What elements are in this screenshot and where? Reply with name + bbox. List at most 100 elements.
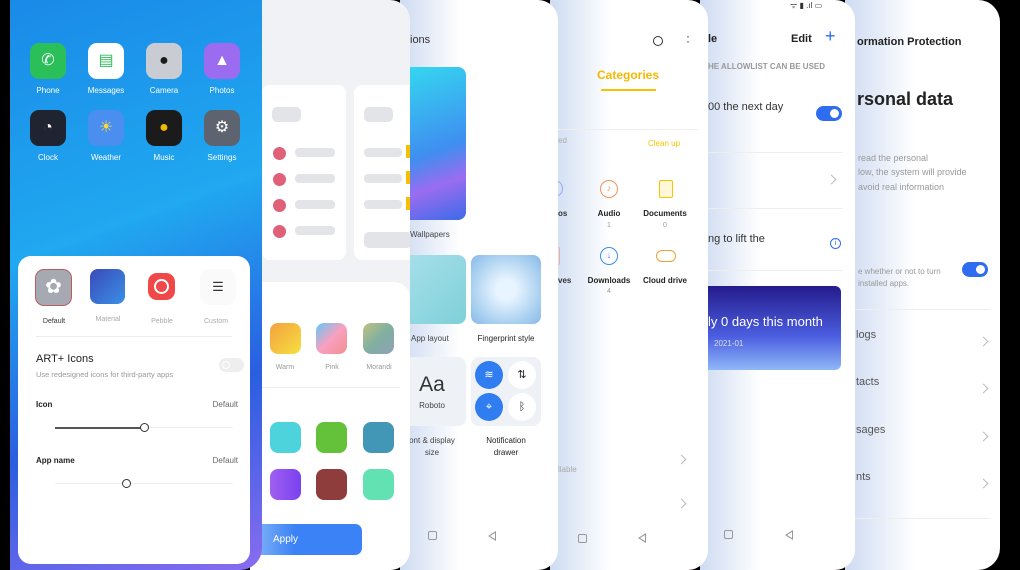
chevron-right-icon[interactable] [676,498,687,509]
downloads-icon[interactable]: ↓ [600,247,618,265]
gradient-warm[interactable] [270,323,301,354]
storage-used: ed [558,136,567,145]
icon-size-label: Icon [36,400,53,409]
page-title: ions [410,34,431,46]
privacy-title: ormation Protection [857,36,962,48]
search-icon[interactable] [653,36,663,46]
privacy-item[interactable]: sages [856,424,885,436]
recents-button[interactable] [724,530,733,539]
chevron-right-icon[interactable] [826,174,837,185]
app-messages-icon[interactable]: ▤ [88,43,124,79]
chevron-right-icon[interactable] [676,454,687,465]
more-icon[interactable]: · · [686,30,690,47]
recents-button[interactable] [428,531,437,540]
app-music-icon[interactable]: ● [146,110,182,146]
days-banner: ly 0 days this month 2021-01 [700,286,841,370]
style-custom[interactable]: ☰ [200,269,236,305]
back-button[interactable] [638,533,646,543]
privacy-item[interactable]: nts [856,471,871,483]
privacy-item[interactable]: tacts [856,376,879,388]
edit-button[interactable]: Edit [791,33,812,45]
app-camera-icon[interactable]: ● [146,43,182,79]
swatch-label: Pink [325,364,339,371]
app-label: Weather [90,153,122,162]
gradient-pink[interactable] [316,323,347,354]
app-label: Music [153,153,175,162]
app-weather-icon[interactable]: ☀ [88,110,124,146]
apply-label: Apply [273,534,299,545]
wifi-icon: ≋ [475,361,503,389]
art-icons-title: ART+ Icons [36,353,94,365]
personalize-screen: ions Wallpapers App layout Fingerprint s… [400,0,558,570]
notification-label: Notification [486,436,526,445]
back-button[interactable] [785,530,793,540]
next-day-toggle[interactable] [816,106,842,121]
toggle-desc: installed apps. [858,279,910,288]
privacy-item[interactable]: logs [856,329,876,341]
app-label: Clock [37,153,59,162]
notification-label: drawer [493,448,519,457]
notification-tile[interactable]: ≋ ⇅ ⌖ ᛒ [471,357,541,426]
back-button[interactable] [488,531,496,541]
app-label: Camera [149,86,179,95]
app-photos-icon[interactable]: ▲ [204,43,240,79]
color-swatch[interactable] [316,422,347,453]
category-label: ves [558,276,572,285]
app-label: Messages [87,86,125,95]
bluetooth-icon: ᛒ [508,393,536,421]
data-icon: ⇅ [508,361,536,389]
toggle-desc: e whether or not to turn [858,267,941,276]
theme-screen: Warm Pink Morandi Apply [250,0,410,570]
icon-size-value: Default [212,400,238,409]
info-icon[interactable]: i [830,238,841,249]
privacy-desc: avoid real information [858,182,945,192]
category-label: Downloads [587,276,631,285]
color-swatch[interactable] [270,422,301,453]
tab-categories[interactable]: Categories [597,68,659,82]
category-count: 4 [607,288,611,295]
app-name-slider[interactable] [55,479,233,488]
style-label: Pebble [151,318,173,325]
art-icons-desc: Use redesigned icons for third-party app… [36,370,174,379]
app-phone-icon[interactable]: ✆ [30,43,66,79]
documents-icon[interactable] [659,180,673,198]
wallpapers-label: Wallpapers [410,230,450,239]
gradient-morandi[interactable] [363,323,394,354]
audio-icon[interactable]: ♪ [600,180,618,198]
fingerprint-tile[interactable] [471,255,541,324]
style-label: Material [95,316,121,323]
privacy-toggle[interactable] [962,262,988,277]
style-label: Default [42,318,66,325]
clean-up-link[interactable]: Clean up [648,139,680,148]
icon-style-card: ✿ ☰ Default Material Pebble Custom ART+ … [18,256,250,564]
app-name-value: Default [212,456,238,465]
banner-date: 2021-01 [714,339,744,348]
art-icons-toggle[interactable] [219,358,244,372]
apply-button[interactable]: Apply [250,524,362,555]
cloud-drive-icon[interactable] [656,250,676,262]
recents-button[interactable] [578,534,587,543]
category-label: Documents [643,209,687,218]
app-name-label: App name [36,456,75,465]
color-swatch[interactable] [363,422,394,453]
style-material[interactable] [90,269,125,304]
app-settings-icon[interactable]: ⚙ [204,110,240,146]
location-icon: ⌖ [475,393,503,421]
color-swatch[interactable] [316,469,347,500]
swatch-label: Warm [275,364,295,371]
icon-size-slider[interactable] [55,423,233,432]
color-swatch[interactable] [270,469,301,500]
allowlist-title: le [708,33,718,45]
next-day-label: 00 the next day [708,101,784,113]
style-pebble[interactable] [148,273,175,300]
app-label: Photos [209,86,235,95]
add-button[interactable]: + [825,26,836,47]
section-header: HE ALLOWLIST CAN BE USED [708,62,826,71]
category-count: 1 [607,222,611,229]
category-count: 0 [663,222,667,229]
color-swatch[interactable] [363,469,394,500]
app-label: Phone [36,86,60,95]
style-default[interactable]: ✿ [35,269,72,306]
app-clock-icon[interactable]: ◔ [30,110,66,146]
home-screen: ✆ Phone ▤ Messages ● Camera ▲ Photos ◔ Clock ☀ Weat… [10,0,262,570]
